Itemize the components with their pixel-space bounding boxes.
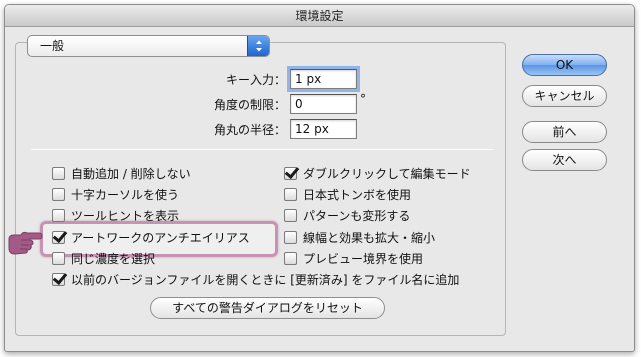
ok-button[interactable]: OK: [522, 54, 607, 76]
select-same-tint-label: 同じ濃度を選択: [71, 251, 156, 266]
corner-radius-label: 角丸の半径：: [213, 123, 286, 137]
precise-cursors-label: 十字カーソルを使う: [71, 187, 180, 202]
auto-add-delete-label: 自動追加 / 削除しない: [71, 166, 191, 181]
section-divider: [31, 149, 493, 150]
transform-patterns-checkbox[interactable]: パターンも変形する: [284, 206, 410, 224]
constrain-angle-label: 角度の制限：: [213, 98, 286, 112]
double-click-isolate-box: [284, 166, 297, 180]
previous-button[interactable]: 前へ: [522, 121, 607, 143]
corner-radius-field[interactable]: 12 px: [290, 119, 357, 139]
preview-bounds-box: [284, 251, 297, 265]
show-tool-tips-label: ツールヒントを表示: [71, 208, 180, 223]
transform-patterns-box: [284, 208, 297, 222]
precise-cursors-box: [52, 187, 65, 201]
double-click-isolate-checkbox[interactable]: ダブルクリックして編集モード: [284, 164, 471, 182]
japanese-crop-marks-checkbox[interactable]: 日本式トンボを使用: [284, 185, 411, 203]
auto-add-delete-checkbox[interactable]: 自動追加 / 削除しない: [52, 164, 191, 182]
key-increment-field[interactable]: 1 px: [287, 66, 360, 92]
japanese-crop-marks-label: 日本式トンボを使用: [303, 187, 412, 202]
legacy-file-names-box: [52, 272, 65, 286]
double-click-isolate-label: ダブルクリックして編集モード: [303, 166, 471, 181]
next-button[interactable]: 次へ: [522, 149, 607, 171]
scale-strokes-label: 線幅と効果も拡大・縮小: [303, 230, 436, 245]
cancel-button[interactable]: キャンセル: [522, 85, 607, 107]
auto-add-delete-box: [52, 166, 65, 180]
show-tool-tips-box: [52, 208, 65, 222]
reset-warnings-button[interactable]: すべての警告ダイアログをリセット: [150, 297, 385, 319]
anti-aliased-artwork-label: アートワークのアンチエイリアス: [71, 230, 250, 245]
window-title: 環境設定: [5, 5, 634, 27]
precise-cursors-checkbox[interactable]: 十字カーソルを使う: [52, 185, 179, 203]
constrain-angle-field[interactable]: 0: [290, 94, 357, 114]
scale-strokes-box: [284, 230, 297, 244]
angle-unit: °: [360, 92, 366, 106]
pointing-hand-icon: [8, 231, 43, 255]
scale-strokes-checkbox[interactable]: 線幅と効果も拡大・縮小: [284, 228, 435, 246]
transform-patterns-label: パターンも変形する: [303, 208, 411, 223]
preview-bounds-checkbox[interactable]: プレビュー境界を使用: [284, 249, 423, 267]
category-popup-value: 一般: [40, 39, 65, 53]
key-increment-label: キー入力：: [225, 73, 286, 87]
legacy-file-names-label: 以前のバージョンファイルを開くときに [更新済み] をファイル名に追加: [71, 272, 460, 287]
select-same-tint-box: [52, 251, 65, 265]
japanese-crop-marks-box: [284, 187, 297, 201]
show-tool-tips-checkbox[interactable]: ツールヒントを表示: [52, 206, 179, 224]
anti-aliased-artwork-box: [52, 230, 65, 244]
select-same-tint-checkbox[interactable]: 同じ濃度を選択: [52, 249, 155, 267]
anti-aliased-artwork-checkbox[interactable]: アートワークのアンチエイリアス: [52, 228, 250, 246]
category-popup[interactable]: 一般: [27, 35, 270, 57]
popup-stepper-icon: [247, 36, 269, 56]
legacy-file-names-checkbox[interactable]: 以前のバージョンファイルを開くときに [更新済み] をファイル名に追加: [52, 270, 459, 288]
preview-bounds-label: プレビュー境界を使用: [303, 251, 424, 266]
